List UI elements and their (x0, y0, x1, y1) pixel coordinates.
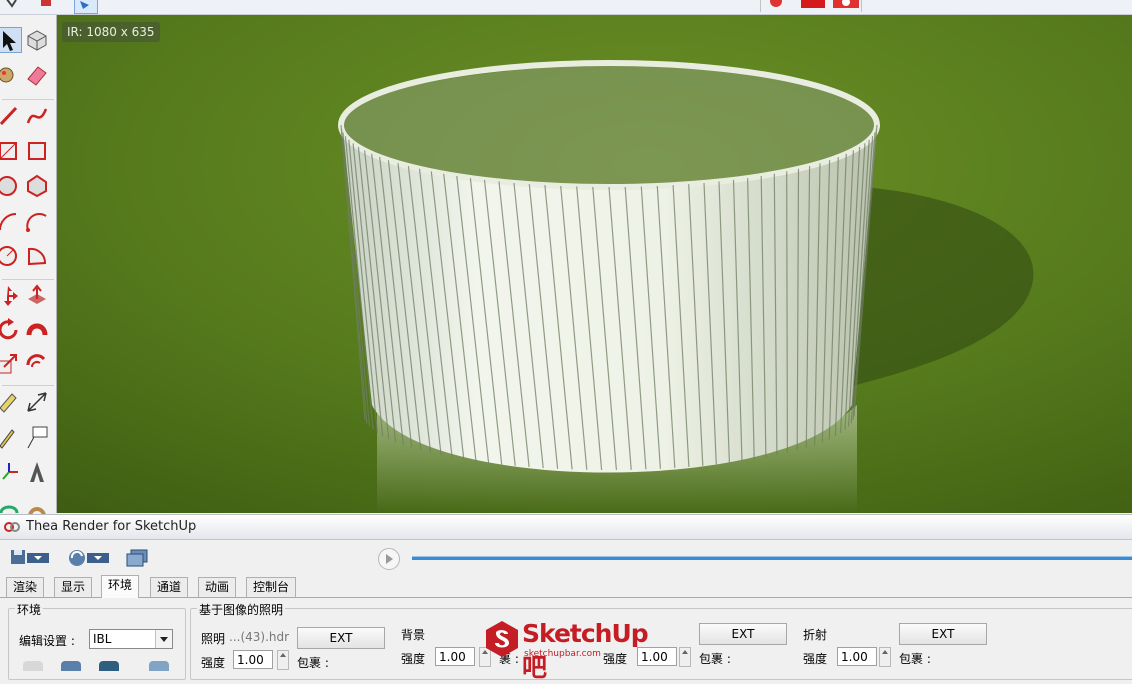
ibl-group-title: 基于图像的照明 (197, 601, 286, 618)
rotate-icon[interactable] (0, 317, 22, 343)
arc-icon[interactable] (0, 208, 22, 234)
environment-group-title: 环境 (15, 601, 44, 618)
toolbar-icon[interactable] (2, 0, 20, 12)
save-image-button[interactable] (8, 546, 52, 570)
environment-group: 环境 编辑设置 : IBL (8, 601, 186, 680)
illumination-strength-input[interactable]: 1.00 (233, 650, 273, 669)
tab-channels[interactable]: 通道 (150, 577, 189, 597)
sketchupbar-watermark: SketchUp吧 sketchupbar.com (484, 619, 652, 682)
polygon-icon[interactable] (24, 173, 50, 199)
illumination-strength-label: 强度 (201, 656, 226, 670)
thea-panel-title: Thea Render for SketchUp (26, 519, 197, 534)
refraction-wrap-label: 包裹 : (899, 652, 931, 666)
reflection-strength-spinner[interactable] (679, 647, 691, 667)
paint-bucket-icon[interactable] (0, 62, 22, 88)
rectangle-icon[interactable] (0, 138, 22, 164)
dimension-icon[interactable] (24, 389, 50, 415)
follow-me-icon[interactable] (24, 317, 50, 343)
3d-text-icon[interactable] (24, 459, 50, 485)
three-point-arc-icon[interactable] (24, 243, 50, 269)
illumination-ext-button[interactable]: EXT (297, 627, 385, 649)
reflection-wrap-label: 包裹 : (699, 652, 731, 666)
edit-settings-value: IBL (93, 632, 112, 646)
watermark-url: sketchupbar.com (524, 649, 601, 659)
offset-icon[interactable] (24, 351, 50, 377)
tab-environment[interactable]: 环境 (101, 575, 140, 598)
windows-button[interactable] (122, 546, 152, 570)
wall-slat (786, 171, 788, 453)
thea-panel-titlebar: Thea Render for SketchUp (0, 514, 1132, 540)
tab-animation[interactable]: 动画 (198, 577, 237, 597)
render-resolution-badge: IR: 1080 x 635 (62, 22, 160, 42)
illumination-label: 照明 (201, 632, 226, 646)
toolbar-icon-selected[interactable] (74, 0, 98, 14)
eraser-icon[interactable] (24, 62, 50, 88)
refraction-ext-button[interactable]: EXT (899, 623, 987, 645)
tool-palette (0, 15, 57, 516)
push-pull-icon[interactable] (24, 283, 50, 309)
line-tool-icon[interactable] (0, 103, 22, 129)
text-tool-icon[interactable] (24, 424, 50, 450)
background-strength-label: 强度 (401, 652, 426, 666)
refresh-render-button[interactable] (64, 546, 112, 570)
background-strength-input[interactable]: 1.00 (435, 647, 475, 666)
refraction-strength-spinner[interactable] (879, 647, 891, 667)
edit-settings-select[interactable]: IBL (89, 629, 173, 649)
circle-icon[interactable] (0, 173, 22, 199)
thea-logo-icon (4, 522, 20, 532)
thea-tabs: 渲染 显示 环境 通道 动画 控制台 (0, 575, 1132, 598)
top-toolbar-strip (0, 0, 1132, 15)
refraction-strength-label: 强度 (803, 652, 828, 666)
two-point-arc-icon[interactable] (24, 208, 50, 234)
tape-measure-icon[interactable] (0, 389, 22, 415)
chevron-down-icon (155, 630, 172, 648)
tab-console[interactable]: 控制台 (246, 577, 297, 597)
background-label: 背景 (401, 628, 426, 642)
edit-settings-label: 编辑设置 : (19, 634, 75, 648)
move-icon[interactable] (0, 283, 22, 309)
pie-icon[interactable] (0, 243, 22, 269)
select-tool-icon[interactable] (0, 27, 22, 53)
illumination-strength-spinner[interactable] (277, 650, 289, 670)
illumination-file: ...(43).hdr (229, 630, 290, 644)
illumination-wrap-label: 包裹 : (297, 656, 329, 670)
play-button[interactable] (378, 548, 400, 570)
make-component-icon[interactable] (24, 27, 50, 53)
thea-toolbar-icons[interactable] (760, 0, 862, 12)
render-viewport[interactable]: IR: 1080 x 635 (57, 15, 1132, 513)
refraction-strength-input[interactable]: 1.00 (837, 647, 877, 666)
watermark-logo-icon (486, 621, 518, 657)
rotated-rectangle-icon[interactable] (24, 138, 50, 164)
rendered-scene (57, 15, 1132, 513)
freehand-icon[interactable] (24, 103, 50, 129)
refraction-label: 折射 (803, 628, 828, 642)
scale-icon[interactable] (0, 351, 22, 377)
render-progress-bar (412, 556, 1132, 560)
tab-display[interactable]: 显示 (54, 577, 93, 597)
ibl-group: 基于图像的照明 照明 ...(43).hdr EXT 强度 1.00 包裹 : … (190, 601, 1132, 680)
protractor-icon[interactable] (0, 424, 22, 450)
tab-render[interactable]: 渲染 (6, 577, 45, 597)
toolbar-icon[interactable] (38, 0, 56, 12)
reflection-ext-button[interactable]: EXT (699, 623, 787, 645)
axes-icon[interactable] (0, 459, 22, 485)
